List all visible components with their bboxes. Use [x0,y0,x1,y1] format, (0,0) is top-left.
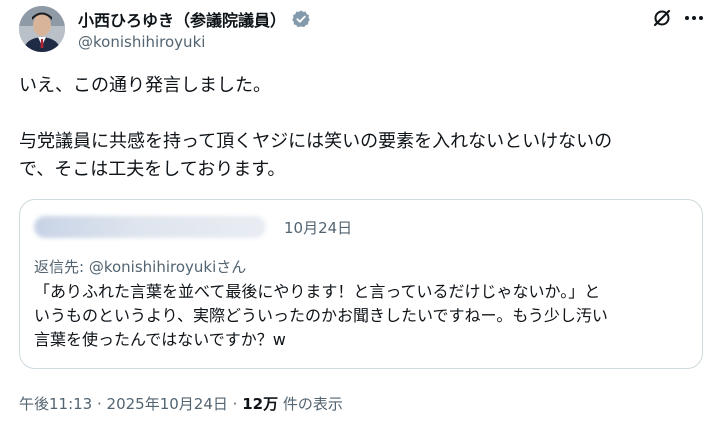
tweet: 小西ひろゆき（参議院議員） @konishihiroyuki いえ、この通り発言… [0,0,722,425]
verified-badge-icon [291,9,311,29]
more-options-icon[interactable] [683,8,705,28]
author-avatar[interactable] [19,6,65,52]
tweet-text-line: 与党議員に共感を持って頂くヤジには笑いの要素を入れないといけないの [19,131,613,152]
quoted-tweet-text: 「ありふれた言葉を並べて最後にやります！と言っているだけじゃないか。」と いうも… [34,280,694,352]
grok-icon[interactable] [652,8,672,28]
tweet-date[interactable]: 2025年10月24日 [107,395,228,413]
author-display-name[interactable]: 小西ひろゆき（参議院議員） [78,7,286,31]
meta-separator: · [227,395,243,413]
tweet-text-line: いえ、この通り発言しました。 [19,75,271,96]
reply-suffix: さん [216,258,247,276]
tweet-text: いえ、この通り発言しました。 与党議員に共感を持って頂くヤジには笑いの要素を入れ… [19,72,709,184]
author-handle[interactable]: @konishihiroyuki [78,33,205,51]
views-count[interactable]: 12万 [242,395,278,413]
avatar-image [19,6,65,52]
reply-prefix: 返信先: [34,258,89,276]
reply-to-line: 返信先: @konishihiroyukiさん [34,256,246,277]
meta-separator: · [92,395,107,413]
tweet-text-line: で、そこは工夫をしております。 [19,159,286,180]
quoted-text-line: 言葉を使ったんではないですか？w [34,330,286,349]
reply-handle[interactable]: @konishihiroyuki [89,258,216,276]
tweet-time[interactable]: 午後11:13 [19,395,92,413]
quoted-author-blurred [34,216,266,238]
tweet-metadata: 午後11:13 · 2025年10月24日 · 12万 件の表示 [19,393,343,414]
quoted-tweet[interactable]: 10月24日 返信先: @konishihiroyukiさん 「ありふれた言葉を… [19,199,703,369]
views-label: 件の表示 [278,395,343,413]
quoted-tweet-date[interactable]: 10月24日 [284,217,352,238]
quoted-text-line: いうものというより、実際どういったのかお聞きしたいですねー。もう少し汚い [34,306,608,325]
author-name-row: 小西ひろゆき（参議院議員） [78,8,311,30]
quoted-text-line: 「ありふれた言葉を並べて最後にやります！と言っているだけじゃないか。」と [34,282,601,301]
quoted-tweet-header: 10月24日 [34,214,352,240]
